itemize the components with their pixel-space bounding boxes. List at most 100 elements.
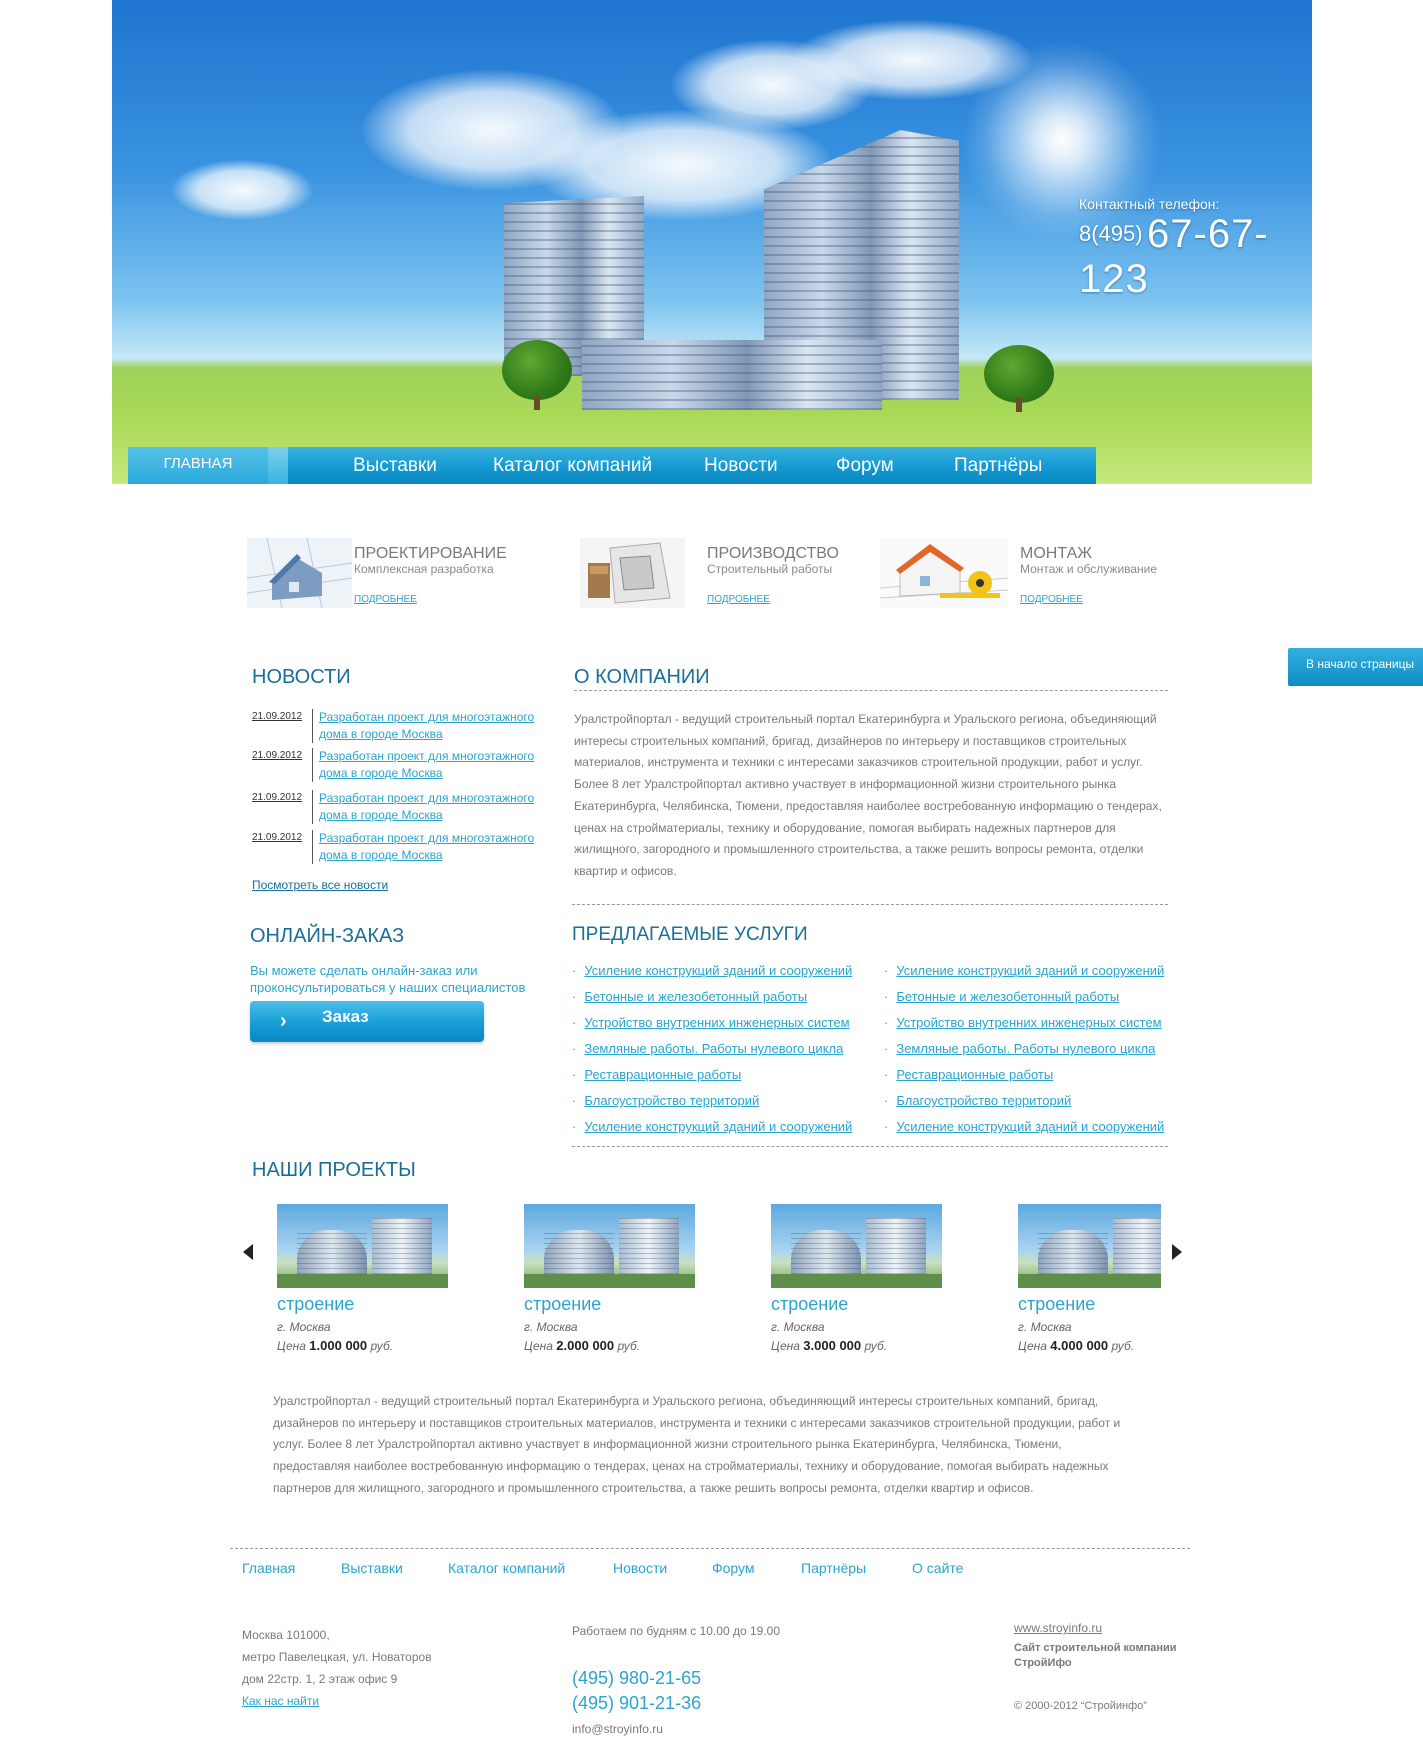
services-list-right: · Усиление конструкций зданий и сооружени…	[884, 958, 1164, 1140]
service-item: · Бетонные и железобетонный работы	[884, 989, 1120, 1004]
service-item: · Бетонные и железобетонный работы	[572, 989, 808, 1004]
arrow-right-icon[interactable]	[1172, 1244, 1182, 1260]
phone-prefix: 8(495)	[1079, 221, 1143, 246]
footer-divider	[230, 1548, 1190, 1549]
service-link[interactable]: Устройство внутренних инженерных систем	[584, 1015, 849, 1030]
all-news-link[interactable]: Посмотреть все новости	[252, 878, 388, 892]
project-title[interactable]: строение	[771, 1294, 848, 1315]
online-order-heading: ОНЛАЙН-ЗАКАЗ	[250, 925, 405, 947]
footer-phone-1: (495) 980-21-65	[572, 1668, 702, 1688]
service-link[interactable]: Бетонные и железобетонный работы	[584, 989, 807, 1004]
feature-installation: МОНТАЖ Монтаж и обслуживание ПОДРОБНЕЕ	[880, 538, 1180, 608]
footer-nav-news[interactable]: Новости	[613, 1560, 667, 1576]
footer-nav-forum[interactable]: Форум	[712, 1560, 755, 1576]
tree-trunk	[534, 396, 540, 410]
header-banner: Контактный телефон: 8(495) 67-67-123	[112, 0, 1312, 484]
footer-site-link[interactable]: www.stroyinfo.ru	[1014, 1621, 1102, 1635]
online-order-text: Вы можете сделать онлайн-заказ или проко…	[250, 963, 526, 995]
service-item: · Устройство внутренних инженерных систем	[572, 1015, 850, 1030]
cloud	[172, 160, 312, 220]
project-image[interactable]	[771, 1204, 942, 1288]
project-price: Цена 4.000 000 руб.	[1018, 1338, 1135, 1353]
divider	[572, 904, 1168, 905]
service-item: · Реставрационные работы	[572, 1067, 742, 1082]
feature-subtitle: Комплексная разработка	[354, 562, 494, 576]
footer-nav-about[interactable]: О сайте	[912, 1560, 963, 1576]
tree	[984, 345, 1054, 403]
project-image[interactable]	[1018, 1204, 1161, 1288]
feature-more-link[interactable]: ПОДРОБНЕЕ	[354, 594, 417, 605]
nav-item-catalog[interactable]: Каталог компаний	[493, 455, 652, 477]
feature-title: ПРОЕКТИРОВАНИЕ	[354, 545, 507, 562]
project-title[interactable]: строение	[524, 1294, 601, 1315]
service-link[interactable]: Реставрационные работы	[584, 1067, 741, 1082]
news-link[interactable]: Разработан проект для многоэтажного дома…	[312, 790, 542, 824]
project-title[interactable]: строение	[1018, 1294, 1095, 1315]
feature-subtitle: Строительный работы	[707, 562, 833, 576]
services-list-left: · Усиление конструкций зданий и сооружени…	[572, 958, 852, 1140]
service-link[interactable]: Усиление конструкций зданий и сооружений	[896, 963, 1164, 978]
how-to-find-link[interactable]: Как нас найти	[242, 1694, 319, 1708]
feature-subtitle: Монтаж и обслуживание	[1020, 562, 1158, 576]
back-to-top-button[interactable]: В начало страницы	[1288, 648, 1423, 686]
service-link[interactable]: Благоустройство территорий	[896, 1093, 1071, 1108]
service-link[interactable]: Усиление конструкций зданий и сооружений	[584, 1119, 852, 1134]
project-price: Цена 3.000 000 руб.	[771, 1338, 888, 1353]
service-link[interactable]: Усиление конструкций зданий и сооружений	[896, 1119, 1164, 1134]
nav-separator	[268, 447, 288, 484]
cloud	[792, 20, 1032, 100]
divider	[572, 1146, 1168, 1147]
service-item: · Усиление конструкций зданий и сооружени…	[572, 1119, 853, 1134]
feature-more-link[interactable]: ПОДРОБНЕЕ	[1020, 594, 1083, 605]
feature-more-link[interactable]: ПОДРОБНЕЕ	[707, 594, 770, 605]
project-title[interactable]: строение	[277, 1294, 354, 1315]
chevron-right-icon: ›	[280, 1010, 287, 1032]
service-item: · Благоустройство территорий	[572, 1093, 760, 1108]
footer-nav-catalog[interactable]: Каталог компаний	[448, 1560, 565, 1576]
projects-heading: НАШИ ПРОЕКТЫ	[252, 1159, 416, 1181]
service-item: · Усиление конструкций зданий и сооружени…	[572, 963, 853, 978]
service-link[interactable]: Бетонные и железобетонный работы	[896, 989, 1119, 1004]
service-item: · Устройство внутренних инженерных систем	[884, 1015, 1162, 1030]
footer-email[interactable]: info@stroyinfo.ru	[572, 1722, 663, 1736]
house-tools-icon	[880, 538, 1008, 608]
service-item: · Реставрационные работы	[884, 1067, 1054, 1082]
project-price: Цена 2.000 000 руб.	[524, 1338, 641, 1353]
main-nav: ГЛАВНАЯ Выставки Каталог компаний Новост…	[128, 447, 1096, 484]
news-link[interactable]: Разработан проект для многоэтажного дома…	[312, 709, 542, 743]
footer-nav-home[interactable]: Главная	[242, 1560, 295, 1576]
service-link[interactable]: Земляные работы. Работы нулевого цикла	[896, 1041, 1155, 1056]
service-item: · Усиление конструкций зданий и сооружени…	[884, 1119, 1165, 1134]
news-link[interactable]: Разработан проект для многоэтажного дома…	[312, 830, 542, 864]
site-description: Уралстройпортал - ведущий строительный п…	[273, 1394, 1121, 1495]
about-heading: О КОМПАНИИ	[574, 666, 710, 688]
news-link[interactable]: Разработан проект для многоэтажного дома…	[312, 748, 542, 782]
service-link[interactable]: Устройство внутренних инженерных систем	[896, 1015, 1161, 1030]
service-link[interactable]: Реставрационные работы	[896, 1067, 1053, 1082]
project-image[interactable]	[277, 1204, 448, 1288]
order-button[interactable]: › Заказ	[250, 1001, 484, 1042]
nav-item-partners[interactable]: Партнёры	[954, 455, 1042, 477]
order-button-label: Заказ	[322, 1007, 369, 1026]
nav-item-forum[interactable]: Форум	[836, 455, 894, 477]
contact-phone: Контактный телефон: 8(495) 67-67-123	[1079, 196, 1312, 302]
service-item: · Земляные работы. Работы нулевого цикла	[884, 1041, 1156, 1056]
project-city: г. Москва	[771, 1320, 825, 1334]
service-link[interactable]: Земляные работы. Работы нулевого цикла	[584, 1041, 843, 1056]
footer-phone-2: (495) 901-21-36	[572, 1693, 702, 1713]
project-city: г. Москва	[524, 1320, 578, 1334]
nav-item-news[interactable]: Новости	[704, 455, 778, 477]
project-image[interactable]	[524, 1204, 695, 1288]
arrow-left-icon[interactable]	[243, 1244, 253, 1260]
nav-item-exhibitions[interactable]: Выставки	[353, 455, 437, 477]
footer-nav-exhibitions[interactable]: Выставки	[341, 1560, 403, 1576]
building-podium	[582, 340, 882, 410]
footer-address: Москва 101000, метро Павелецкая, ул. Нов…	[242, 1628, 432, 1686]
phone-label: Контактный телефон:	[1079, 196, 1220, 212]
service-link[interactable]: Усиление конструкций зданий и сооружений	[584, 963, 852, 978]
nav-home[interactable]: ГЛАВНАЯ	[128, 447, 268, 484]
working-hours: Работаем по будням с 10.00 до 19.00	[572, 1624, 781, 1638]
news-heading: НОВОСТИ	[252, 666, 351, 688]
service-link[interactable]: Благоустройство территорий	[584, 1093, 759, 1108]
footer-nav-partners[interactable]: Партнёры	[801, 1560, 866, 1576]
